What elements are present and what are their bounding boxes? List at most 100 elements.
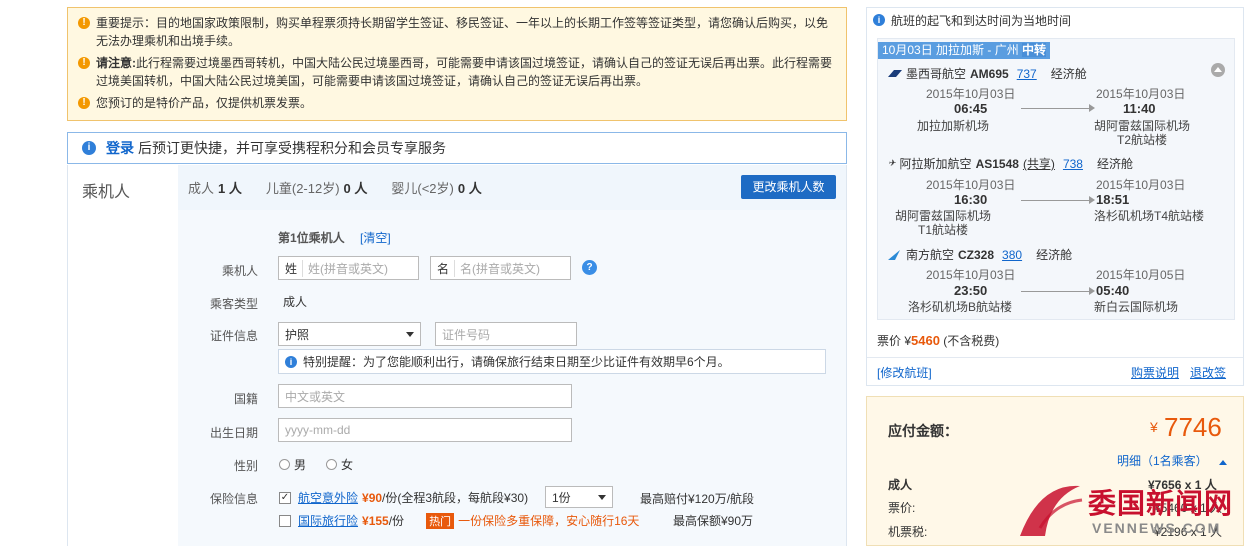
- nationality-placeholder: 中文或英文: [285, 389, 346, 404]
- notice-item: ! 重要提示：目的地国家政策限制，购买单程票须持长期留学生签证、移民签证、一年以…: [78, 14, 836, 50]
- insurance-qty-select[interactable]: 1份: [545, 486, 613, 508]
- leg-1-arr-time: 11:40: [1123, 101, 1156, 116]
- price-note: (不含税费): [943, 334, 1000, 348]
- leg-3-flight-code: CZ328: [958, 247, 995, 262]
- leg-2-aircraft-model[interactable]: 738: [1063, 157, 1083, 171]
- leg-3-arr-date: 2015年10月05日: [1096, 268, 1186, 282]
- change-passenger-count-button[interactable]: 更改乘机人数: [741, 175, 836, 199]
- count-adult-label: 成人: [188, 181, 215, 196]
- travel-insurance-checkbox[interactable]: [279, 514, 291, 527]
- leg-2-dep-date: 2015年10月03日: [926, 178, 1016, 192]
- warning-icon: !: [78, 97, 90, 109]
- important-notice: ! 重要提示：目的地国家政策限制，购买单程票须持长期留学生签证、移民签证、一年以…: [67, 7, 847, 121]
- payment-currency: ¥: [1150, 419, 1158, 435]
- surname-prefix: 姓: [285, 259, 304, 277]
- leg-1-dep-date: 2015年10月03日: [926, 87, 1016, 101]
- passenger-type-value: 成人: [283, 295, 308, 309]
- payment-detail-text: 明细（1名乘客）: [1117, 454, 1208, 468]
- id-type-value: 护照: [285, 327, 310, 342]
- accident-insurance-max: 最高赔付¥120万/航段: [640, 492, 755, 506]
- payment-amount: 7746: [1164, 412, 1222, 442]
- watermark-logo: 委国新闻网 VENNEWS.COM: [1010, 478, 1250, 540]
- info-icon: i: [285, 355, 297, 368]
- login-link[interactable]: 登录: [106, 138, 134, 158]
- watermark-sub: VENNEWS.COM: [1092, 520, 1222, 536]
- help-icon[interactable]: ?: [582, 260, 597, 275]
- passenger-section-title: 乘机人: [82, 184, 131, 201]
- flight-info-header-text: 航班的起飞和到达时间为当地时间: [891, 13, 1072, 28]
- accident-insurance-checkbox[interactable]: ✓: [279, 491, 291, 504]
- count-infant-label: 婴儿(<2岁): [391, 181, 454, 196]
- notice-item: ! 请注意:此行程需要过境墨西哥转机，中国大陆公民过境墨西哥，可能需要申请该国过…: [78, 54, 836, 90]
- leg-2-flight-code: AS1548: [975, 156, 1019, 171]
- gender-male-option[interactable]: 男: [279, 456, 306, 473]
- transfer-badge: 中转: [1022, 43, 1047, 57]
- leg-3-arr-time: 05:40: [1096, 283, 1130, 298]
- id-label: 证件信息: [209, 329, 258, 343]
- travel-insurance-price: ¥155: [362, 513, 389, 528]
- notice-prefix: 请注意:: [96, 56, 136, 70]
- nationality-input[interactable]: 中文或英文: [278, 384, 572, 408]
- leg-1-arr-airport: 胡阿雷兹国际机场T2航站楼: [1093, 119, 1190, 147]
- payment-detail-link[interactable]: 明细（1名乘客）: [1117, 452, 1228, 469]
- watermark-title: 委国新闻网: [1088, 487, 1234, 520]
- ticket-price-row: 票价 ¥5460 (不含税费): [877, 332, 999, 349]
- flight-leg-1-airline: 墨西哥航空 AM695 737 经济舱: [888, 65, 1087, 82]
- watermark-emblem-icon: [1020, 485, 1083, 536]
- given-name-prefix: 名: [437, 259, 456, 277]
- insurance-qty-value: 1份: [552, 490, 571, 505]
- modify-flight-link[interactable]: [修改航班]: [877, 364, 932, 381]
- given-name-placeholder: 名(拼音或英文): [460, 261, 541, 276]
- notice-text: 重要提示：目的地国家政策限制，购买单程票须持长期留学生签证、移民签证、一年以上的…: [96, 16, 829, 48]
- notice-text: 您预订的是特价产品，仅提供机票发票。: [96, 96, 313, 110]
- gender-female-option[interactable]: 女: [326, 456, 353, 473]
- leg-3-dep-time: 23:50: [954, 283, 988, 298]
- accident-insurance-name[interactable]: 航空意外险: [298, 489, 358, 506]
- clear-link[interactable]: [清空]: [360, 229, 391, 246]
- chevron-up-icon: [1219, 460, 1228, 465]
- accident-insurance-price: ¥90: [362, 490, 383, 505]
- leg-2-share-tag[interactable]: (共享): [1023, 155, 1055, 172]
- refund-link[interactable]: 退改签: [1190, 364, 1226, 381]
- given-name-input[interactable]: 名 名(拼音或英文): [430, 256, 571, 280]
- leg-3-aircraft-model[interactable]: 380: [1002, 248, 1022, 262]
- collapse-icon[interactable]: [1211, 63, 1225, 77]
- birth-date-input[interactable]: yyyy-mm-dd: [278, 418, 572, 442]
- chevron-down-icon: [598, 494, 606, 500]
- leg-1-dep-airport: 加拉加斯机场: [916, 119, 989, 133]
- accident-insurance-desc: /份(全程3航段，每航段¥30): [382, 491, 529, 505]
- info-icon: i: [873, 14, 885, 26]
- leg-1-arr-date: 2015年10月03日: [1096, 87, 1186, 101]
- travel-insurance-name[interactable]: 国际旅行险: [298, 512, 358, 529]
- birth-date-label: 出生日期: [209, 426, 258, 440]
- passenger-type-label: 乘客类型: [209, 297, 258, 311]
- notice-item: ! 您预订的是特价产品，仅提供机票发票。: [78, 94, 836, 112]
- surname-input[interactable]: 姓 姓(拼音或英文): [278, 256, 419, 280]
- segment-title: 10月03日 加拉加斯 - 广州 中转: [878, 42, 1051, 59]
- radio-female[interactable]: [326, 459, 337, 470]
- hot-badge: 热门: [426, 512, 455, 529]
- leg-1-cabin: 经济舱: [1050, 67, 1087, 81]
- leg-3-dep-airport: 洛杉矶机场B航站楼: [907, 300, 1012, 314]
- tax-label: 机票税:: [888, 525, 928, 539]
- leg-1-airline-name: 墨西哥航空: [906, 67, 967, 81]
- leg-3-dep-date: 2015年10月03日: [926, 268, 1016, 282]
- chevron-down-icon: [406, 331, 414, 337]
- flight-info-header: i 航班的起飞和到达时间为当地时间: [867, 8, 1243, 32]
- id-tip-box: i 特别提醒：为了您能顺利出行，请确保旅行结束日期至少比证件有效期早6个月。: [278, 349, 826, 374]
- flight-leg-2-airline: ✈ 阿拉斯加航空 AS1548 (共享) 738 经济舱: [888, 155, 1133, 172]
- count-child-value: 0 人: [343, 181, 368, 196]
- ticket-info-link[interactable]: 购票说明: [1131, 364, 1179, 381]
- radio-male[interactable]: [279, 459, 290, 470]
- arrow-right-icon: [1021, 287, 1095, 295]
- insurance-row-travel: 国际旅行险 ¥155 /份 热门 一份保险多重保障，安心随行16天: [279, 512, 639, 529]
- leg-1-aircraft-model[interactable]: 737: [1017, 67, 1037, 81]
- leg-2-dep-airport: 胡阿雷兹国际机场T1航站楼: [894, 209, 991, 237]
- leg-1-flight-code: AM695: [970, 66, 1009, 81]
- price-label: 票价 ¥: [877, 334, 912, 348]
- fare-label: 票价:: [888, 501, 916, 515]
- login-bar: i 登录 后预订更快捷，并可享受携程积分和会员专享服务: [67, 132, 847, 164]
- payment-label: 应付金额：: [888, 423, 958, 439]
- id-number-input[interactable]: 证件号码: [435, 322, 577, 346]
- id-type-select[interactable]: 护照: [278, 322, 421, 346]
